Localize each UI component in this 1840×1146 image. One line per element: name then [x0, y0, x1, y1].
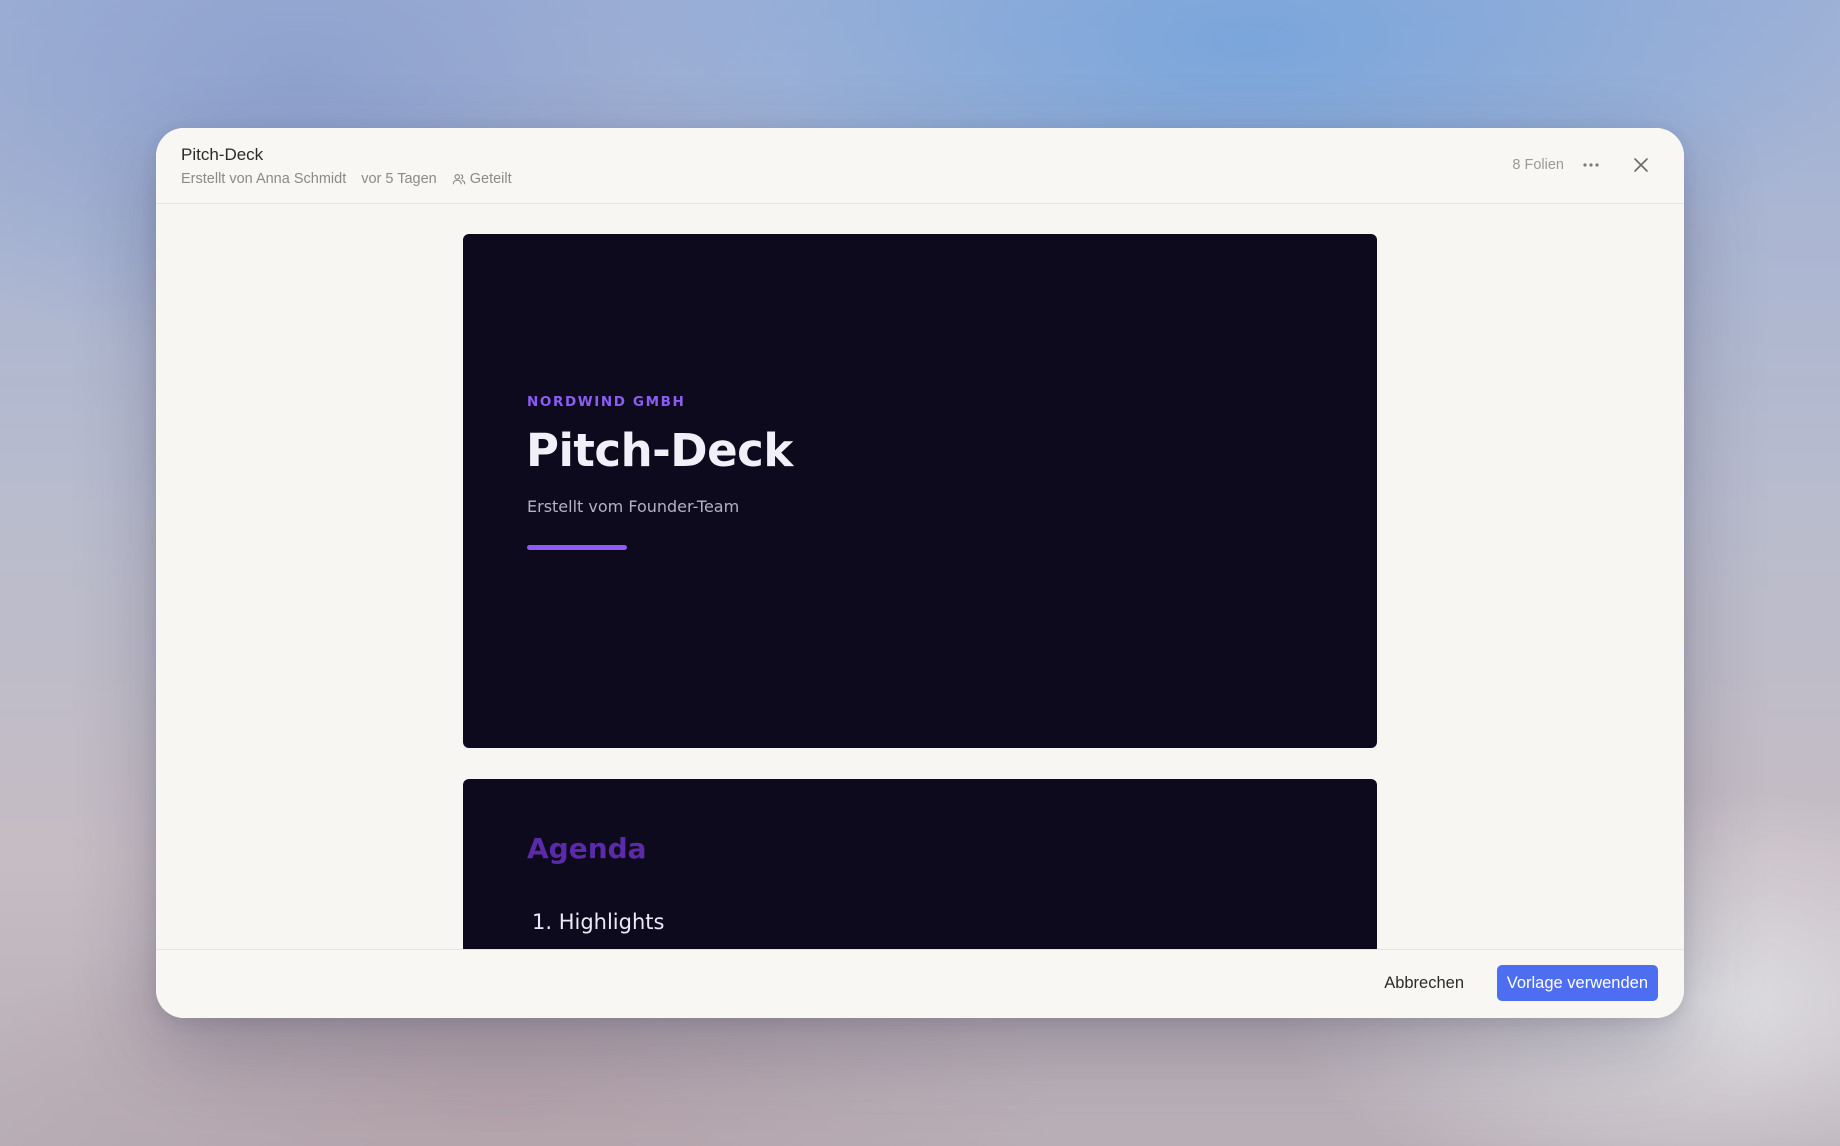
- slide-heading: Pitch-Deck: [526, 424, 793, 477]
- slide-agenda[interactable]: Agenda 1. Highlights: [463, 779, 1377, 949]
- shared-indicator: Geteilt: [452, 171, 512, 187]
- slides-preview[interactable]: NORDWIND GMBH Pitch-Deck Erstellt vom Fo…: [156, 205, 1684, 949]
- dialog-title: Pitch-Deck: [181, 145, 264, 164]
- cancel-button[interactable]: Abbrechen: [1374, 965, 1474, 1001]
- dialog-footer: Abbrechen Vorlage verwenden: [156, 949, 1684, 1018]
- agenda-heading: Agenda: [527, 832, 647, 865]
- dialog-meta: Erstellt von Anna Schmidt vor 5 Tagen Ge…: [181, 171, 512, 187]
- more-horizontal-icon: [1583, 163, 1599, 167]
- template-preview-dialog: Pitch-Deck Erstellt von Anna Schmidt vor…: [156, 128, 1684, 1018]
- close-icon: [1634, 158, 1648, 172]
- accent-bar: [527, 545, 627, 550]
- slide-subtitle: Erstellt vom Founder-Team: [527, 497, 740, 516]
- dialog-header: Pitch-Deck Erstellt von Anna Schmidt vor…: [156, 128, 1684, 204]
- agenda-item: 1. Highlights: [532, 910, 665, 934]
- created-ago: vor 5 Tagen: [361, 171, 437, 187]
- created-by: Erstellt von Anna Schmidt: [181, 171, 347, 187]
- more-button[interactable]: [1578, 152, 1604, 178]
- slide-title[interactable]: NORDWIND GMBH Pitch-Deck Erstellt vom Fo…: [463, 234, 1377, 748]
- users-icon: [452, 174, 466, 185]
- shared-label: Geteilt: [469, 171, 512, 187]
- slide-count: 8 Folien: [1512, 157, 1564, 173]
- header-actions: 8 Folien: [1512, 152, 1654, 178]
- slide-eyebrow: NORDWIND GMBH: [527, 394, 686, 410]
- use-template-button[interactable]: Vorlage verwenden: [1496, 965, 1658, 1001]
- close-button[interactable]: [1628, 152, 1654, 178]
